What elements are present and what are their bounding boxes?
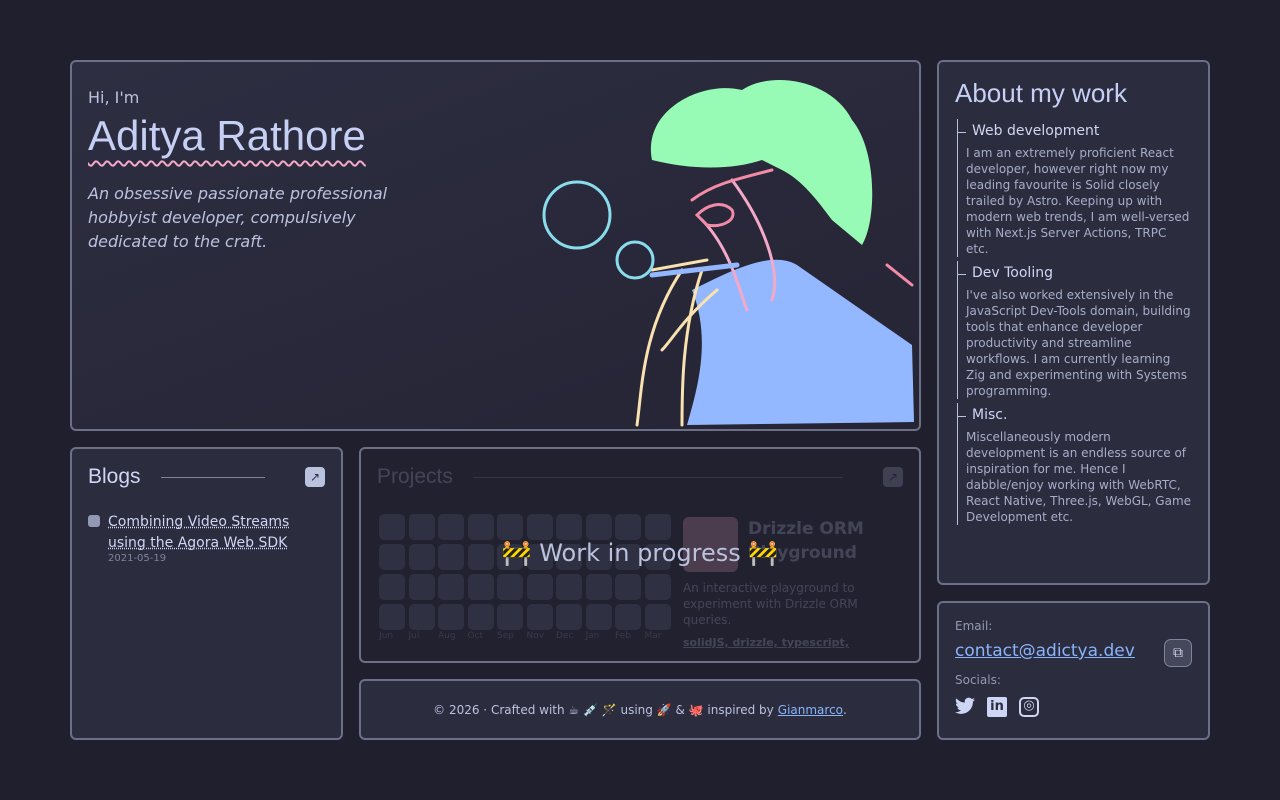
about-section-web: Web development I am an extremely profici… [957, 119, 1192, 257]
about-title: About my work [955, 78, 1127, 108]
footer-text: © 2026 · Crafted with ☕ 💉 🪄 using 🚀 & 🐙 … [433, 702, 774, 717]
projects-title: Projects [377, 465, 453, 488]
about-section-tooling: Dev Tooling I've also worked extensively … [957, 261, 1192, 399]
work-in-progress-label: 🚧 Work in progress 🚧 [501, 539, 779, 567]
greeting: Hi, I'm [88, 88, 140, 107]
footer: © 2026 · Crafted with ☕ 💉 🪄 using 🚀 & 🐙 … [359, 679, 921, 740]
period: . [843, 702, 847, 717]
month-label: Jun [379, 631, 394, 641]
month-label: Mar [644, 631, 662, 641]
month-label: Jul [408, 631, 420, 641]
heatmap-cell [408, 514, 435, 540]
month-label: Sep [497, 631, 514, 641]
heatmap-cell [467, 514, 494, 540]
heatmap-cell [556, 604, 582, 630]
copy-icon[interactable]: ⧉ [1164, 639, 1192, 667]
project-description: An interactive playground to experiment … [683, 581, 858, 627]
month-label: Dec [556, 631, 574, 641]
divider [472, 476, 843, 478]
heatmap-cell [585, 604, 612, 630]
credit-link[interactable]: Gianmarco [778, 703, 843, 717]
heatmap-cell [615, 604, 641, 630]
heatmap-cell [615, 514, 641, 540]
heatmap-cell [526, 514, 553, 540]
portrait-illustration [542, 80, 914, 427]
hero-card: Hi, I'm Aditya Rathore An obsessive pass… [70, 60, 921, 431]
blog-post-link[interactable]: Combining Video Streams using the Agora … [108, 514, 289, 551]
about-section-misc: Misc. Miscellaneously modern development … [957, 403, 1192, 525]
heatmap-cell [556, 514, 582, 540]
blogs-card: Blogs ↗ Combining Video Streams using the… [70, 447, 343, 740]
heatmap-cell [408, 604, 435, 630]
section-title: Dev Tooling [958, 265, 1192, 281]
heatmap-cell [467, 604, 494, 630]
project-item[interactable]: Drizzle ORM Playground An interactive pl… [683, 517, 903, 649]
blog-post-date: 2021-05-19 [108, 553, 167, 564]
section-text: I've also worked extensively in the Java… [966, 288, 1191, 398]
heatmap-cell [467, 574, 494, 600]
section-title: Misc. [958, 407, 1192, 423]
heatmap-cell [408, 574, 435, 600]
heatmap-cell [615, 574, 641, 600]
heatmap-cell [379, 514, 405, 540]
month-label: Jan [585, 631, 600, 641]
month-labels: Jun Jul Aug Oct Sep Nov Dec Jan Feb Mar [379, 631, 671, 641]
heatmap-cell [379, 604, 405, 630]
month-label: Feb [615, 631, 631, 641]
hero-name: Aditya Rathore [88, 112, 366, 159]
heatmap-cell [644, 574, 671, 600]
heatmap-cell [585, 574, 612, 600]
projects-card: Projects ↗ Jun Jul Aug Oct Sep Nov Dec Jan Feb Mar… [359, 447, 921, 663]
email-label: Email: [955, 619, 993, 633]
heatmap-cell [497, 574, 523, 600]
about-card: About my work Web development I am an ext… [937, 60, 1210, 585]
section-title: Web development [958, 123, 1192, 139]
project-tags: solidJS, drizzle, typescript, [683, 636, 849, 649]
external-link-icon[interactable]: ↗ [883, 467, 903, 487]
heatmap-cell [497, 514, 523, 540]
month-label: Aug [438, 631, 456, 641]
heatmap-cell [497, 604, 523, 630]
heatmap-cell [379, 574, 405, 600]
instagram-icon[interactable]: ◎ [1019, 697, 1039, 717]
tagline: An obsessive passionate professional hob… [88, 184, 388, 251]
section-text: I am an extremely proficient React devel… [966, 146, 1190, 256]
heatmap-cell [644, 604, 671, 630]
socials-label: Socials: [955, 673, 1001, 687]
heatmap-cell [438, 604, 464, 630]
month-label: Oct [467, 631, 484, 641]
heatmap-cell [438, 574, 464, 600]
blogs-title: Blogs [88, 465, 141, 488]
heatmap-cell [585, 514, 612, 540]
heatmap-cell [644, 514, 671, 540]
blog-post: Combining Video Streams using the Agora … [88, 511, 325, 564]
external-link-icon[interactable]: ↗ [305, 467, 325, 487]
month-label: Nov [526, 631, 545, 641]
divider [160, 476, 265, 478]
twitter-icon[interactable] [955, 697, 975, 717]
email-link[interactable]: contact@adictya.dev [955, 641, 1192, 661]
heatmap-cell [526, 604, 553, 630]
document-icon [88, 515, 100, 527]
activity-heatmap [379, 514, 671, 630]
section-text: Miscellaneously modern development is an… [966, 430, 1192, 524]
heatmap-cell [556, 574, 582, 600]
heatmap-cell [526, 574, 553, 600]
linkedin-icon[interactable]: in [987, 697, 1007, 717]
contact-card: Email: contact@adictya.dev ⧉ Socials: in… [937, 601, 1210, 740]
heatmap-cell [438, 514, 464, 540]
